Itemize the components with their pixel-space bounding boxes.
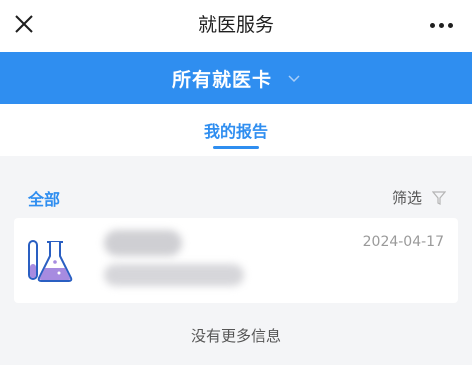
redacted-report-title	[104, 230, 182, 256]
chevron-down-icon	[288, 75, 300, 83]
filter-row: 全部 筛选	[0, 178, 472, 214]
more-dots-icon	[429, 22, 435, 28]
tab-my-reports[interactable]: 我的报告	[0, 118, 472, 142]
page-title: 就医服务	[197, 14, 274, 36]
more-dot	[438, 22, 444, 28]
report-date: 2024-04-17	[362, 234, 444, 250]
no-more-info: 没有更多信息	[190, 327, 281, 345]
report-card[interactable]: 2024-04-17	[14, 218, 458, 303]
filter-button[interactable]: 筛选	[392, 187, 446, 208]
flask-icon	[28, 240, 73, 282]
filter-label: 筛选	[391, 189, 422, 207]
more-button[interactable]	[424, 12, 458, 38]
card-selector-label: 所有就医卡	[171, 68, 272, 91]
card-selector[interactable]: 所有就医卡	[0, 52, 472, 104]
filter-funnel-icon	[432, 190, 446, 205]
tab-active-indicator	[213, 146, 259, 149]
title-bar: 就医服务	[0, 0, 472, 52]
redacted-report-subtitle	[104, 264, 244, 286]
more-dot	[447, 22, 453, 28]
filter-all[interactable]: 全部	[28, 186, 60, 210]
